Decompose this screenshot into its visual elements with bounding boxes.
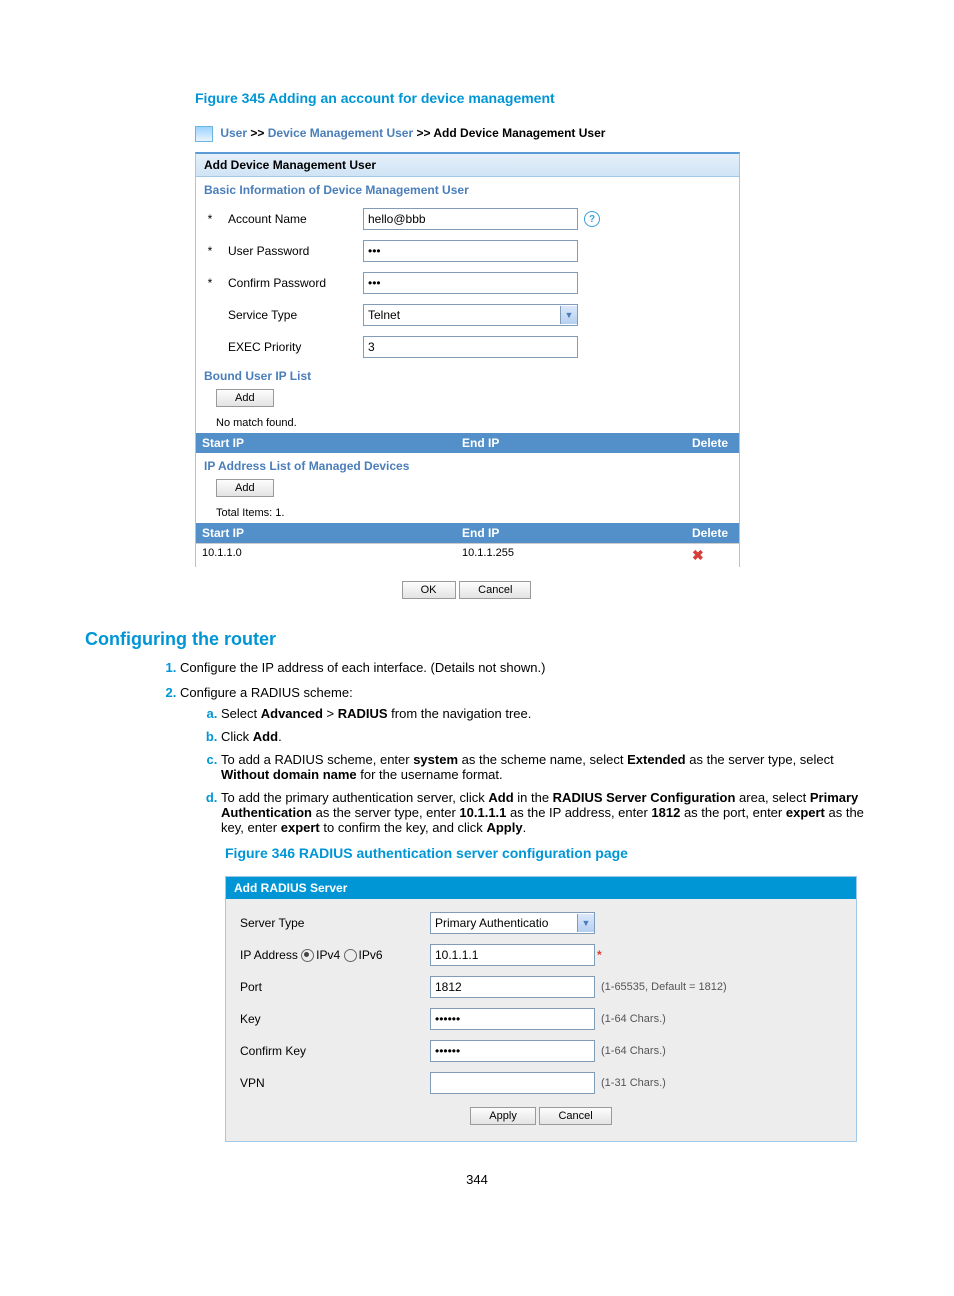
ipv6-radio[interactable] <box>344 949 357 962</box>
chevron-down-icon: ▼ <box>560 306 577 324</box>
breadcrumb: User >> Device Management User >> Add De… <box>195 121 869 152</box>
figure-345-title: Figure 345 Adding an account for device … <box>195 90 869 106</box>
help-icon[interactable]: ? <box>584 211 600 227</box>
confirm-key-hint: (1-64 Chars.) <box>601 1045 666 1057</box>
port-input[interactable] <box>430 976 595 998</box>
confirm-password-input[interactable] <box>363 272 578 294</box>
server-type-value: Primary Authenticatio <box>431 916 548 930</box>
breadcrumb-user[interactable]: User <box>220 126 247 140</box>
ipv6-label: IPv6 <box>359 948 383 962</box>
step-2-text: Configure a RADIUS scheme: <box>180 685 353 700</box>
delete-row-button[interactable]: ✖ <box>692 547 704 563</box>
account-name-label: Account Name <box>216 212 363 226</box>
cancel-button[interactable]: Cancel <box>539 1107 611 1125</box>
vpn-label: VPN <box>240 1076 430 1090</box>
section-managed-devices: IP Address List of Managed Devices <box>196 453 739 479</box>
page-number: 344 <box>85 1172 869 1187</box>
section-basic-info: Basic Information of Device Management U… <box>196 177 739 203</box>
substeps: Select Advanced > RADIUS from the naviga… <box>196 706 869 835</box>
port-hint: (1-65535, Default = 1812) <box>601 981 727 993</box>
end-ip-value: 10.1.1.255 <box>456 544 686 567</box>
col-delete: Delete <box>686 433 736 453</box>
panel-title: Add Device Management User <box>196 154 739 177</box>
add-managed-ip-button[interactable]: Add <box>216 479 274 497</box>
vpn-hint: (1-31 Chars.) <box>601 1077 666 1089</box>
vpn-input[interactable] <box>430 1072 595 1094</box>
breadcrumb-device-mgmt[interactable]: Device Management User <box>268 126 413 140</box>
account-name-input[interactable] <box>363 208 578 230</box>
managed-ip-table-header: Start IP End IP Delete <box>196 523 739 543</box>
col-start-ip: Start IP <box>196 433 456 453</box>
exec-priority-label: EXEC Priority <box>216 340 363 354</box>
substep-d: To add the primary authentication server… <box>221 790 869 835</box>
user-icon <box>195 126 213 142</box>
required-star: * <box>204 244 216 258</box>
router-steps: Configure the IP address of each interfa… <box>155 660 869 835</box>
col-end-ip: End IP <box>456 523 686 543</box>
radius-panel-title: Add RADIUS Server <box>226 877 856 899</box>
key-label: Key <box>240 1012 430 1026</box>
section-bound-ip: Bound User IP List <box>196 363 739 389</box>
apply-button[interactable]: Apply <box>470 1107 536 1125</box>
step-1: Configure the IP address of each interfa… <box>180 660 869 675</box>
required-star: * <box>204 276 216 290</box>
port-label: Port <box>240 980 430 994</box>
breadcrumb-sep: >> <box>250 126 264 140</box>
configuring-router-heading: Configuring the router <box>85 629 869 650</box>
key-input[interactable] <box>430 1008 595 1030</box>
add-radius-server-panel: Add RADIUS Server Server Type Primary Au… <box>225 876 857 1142</box>
add-bound-ip-button[interactable]: Add <box>216 389 274 407</box>
bound-ip-table-header: Start IP End IP Delete <box>196 433 739 453</box>
col-delete: Delete <box>686 523 736 543</box>
chevron-down-icon: ▼ <box>577 914 594 932</box>
figure-346-title: Figure 346 RADIUS authentication server … <box>225 845 869 861</box>
col-start-ip: Start IP <box>196 523 456 543</box>
service-type-select[interactable]: Telnet ▼ <box>363 304 578 326</box>
breadcrumb-current: Add Device Management User <box>433 126 605 140</box>
no-match-text: No match found. <box>196 413 739 433</box>
server-type-label: Server Type <box>240 916 430 930</box>
substep-a: Select Advanced > RADIUS from the naviga… <box>221 706 869 721</box>
confirm-key-input[interactable] <box>430 1040 595 1062</box>
col-end-ip: End IP <box>456 433 686 453</box>
table-row: 10.1.1.0 10.1.1.255 ✖ <box>196 543 739 567</box>
confirm-key-label: Confirm Key <box>240 1044 430 1058</box>
service-type-value: Telnet <box>364 308 400 322</box>
add-device-user-panel: Add Device Management User Basic Informa… <box>195 152 740 567</box>
ipv4-label: IPv4 <box>316 948 340 962</box>
substep-c: To add a RADIUS scheme, enter system as … <box>221 752 869 782</box>
ok-button[interactable]: OK <box>402 581 456 599</box>
ipv4-radio[interactable] <box>301 949 314 962</box>
total-items: Total Items: 1. <box>196 503 739 523</box>
cancel-button[interactable]: Cancel <box>459 581 531 599</box>
required-star: * <box>204 212 216 226</box>
user-password-input[interactable] <box>363 240 578 262</box>
confirm-password-label: Confirm Password <box>216 276 363 290</box>
ip-address-input[interactable] <box>430 944 595 966</box>
ip-address-label: IP Address IPv4 IPv6 <box>240 948 430 962</box>
service-type-label: Service Type <box>216 308 363 322</box>
substep-b: Click Add. <box>221 729 869 744</box>
required-star: * <box>597 948 602 962</box>
user-password-label: User Password <box>216 244 363 258</box>
exec-priority-input[interactable] <box>363 336 578 358</box>
step-2: Configure a RADIUS scheme: Select Advanc… <box>180 685 869 835</box>
key-hint: (1-64 Chars.) <box>601 1013 666 1025</box>
server-type-select[interactable]: Primary Authenticatio ▼ <box>430 912 595 934</box>
start-ip-value: 10.1.1.0 <box>202 547 242 559</box>
breadcrumb-sep: >> <box>416 126 430 140</box>
